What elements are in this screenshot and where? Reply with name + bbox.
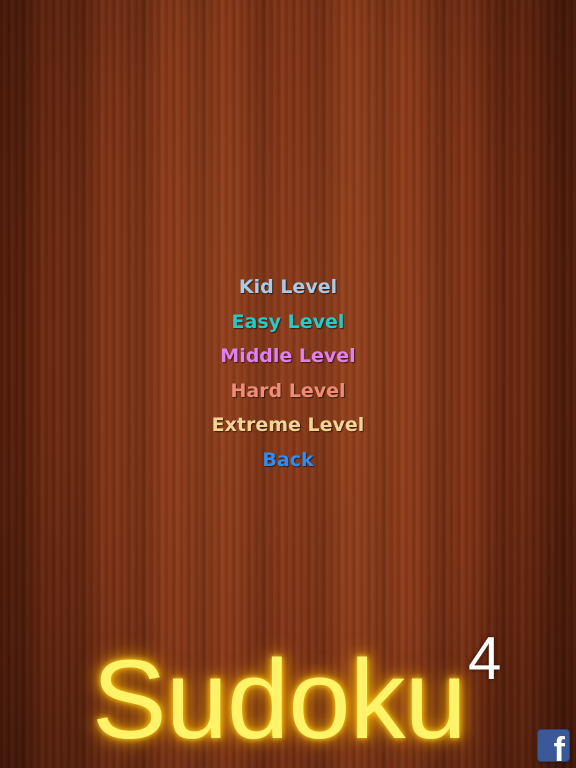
easy-level-button[interactable]: Easy Level (232, 307, 345, 342)
kid-level-button[interactable]: Kid Level (239, 272, 337, 307)
level-menu: Kid Level Easy Level Middle Level Hard L… (0, 272, 576, 480)
extreme-level-button[interactable]: Extreme Level (212, 410, 365, 445)
hard-level-button[interactable]: Hard Level (230, 376, 345, 411)
facebook-icon: f (553, 731, 565, 761)
middle-level-button[interactable]: Middle Level (220, 341, 355, 376)
game-title: Sudoku (92, 637, 467, 762)
title-superscript: 4 (468, 625, 502, 692)
back-button[interactable]: Back (262, 445, 313, 480)
facebook-share-button[interactable]: f (538, 730, 569, 761)
